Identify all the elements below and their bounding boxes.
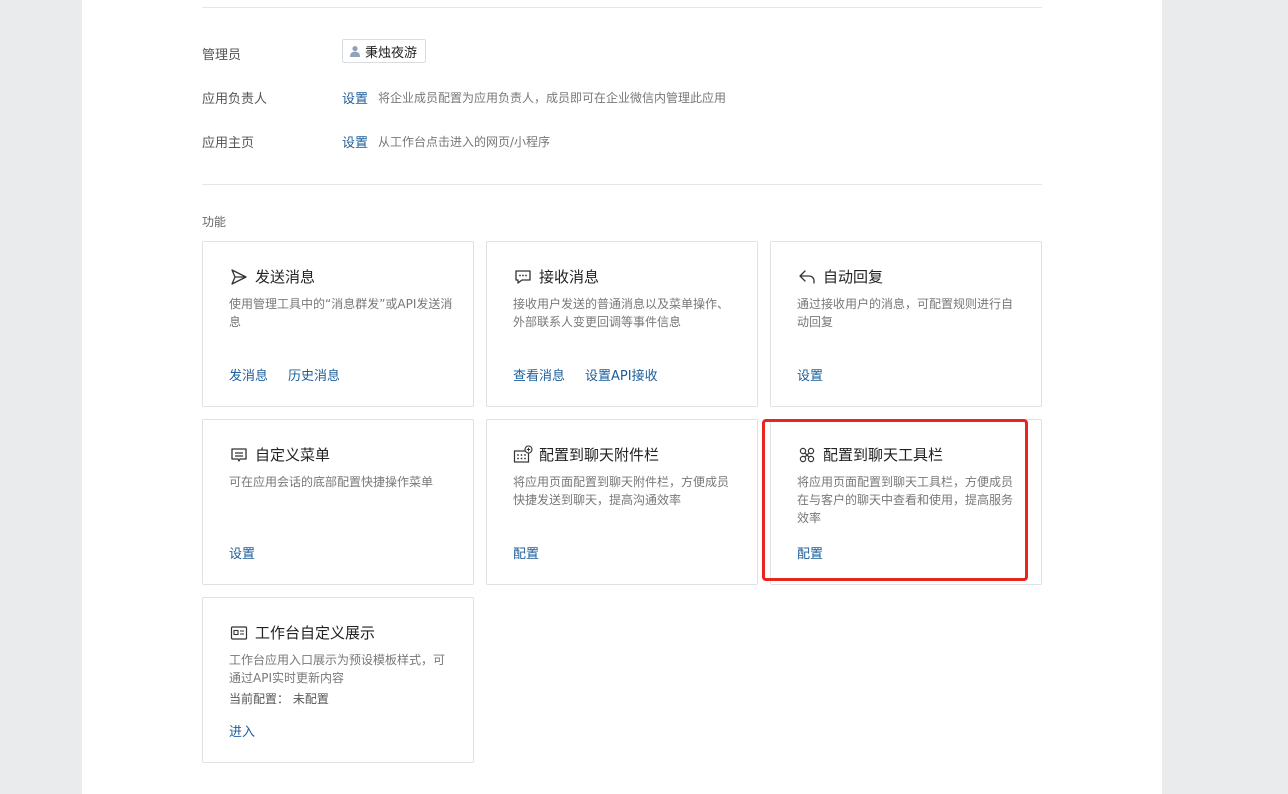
card-auto-reply: 自动回复 通过接收用户的消息，可配置规则进行自动回复 设置 (770, 241, 1042, 407)
card-title: 接收消息 (539, 268, 600, 286)
card-title: 自动回复 (823, 268, 884, 286)
card-desc: 将应用页面配置到聊天附件栏，方便成员快捷发送到聊天，提高沟通效率 (513, 475, 730, 507)
card-custom-menu: 自定义菜单 可在应用会话的底部配置快捷操作菜单 设置 (202, 419, 474, 585)
card-workbench-display: 工作台自定义展示 工作台应用入口展示为预设模板样式，可通过API实时更新内容 当… (202, 597, 474, 763)
top-divider (202, 7, 1042, 8)
send-message-link[interactable]: 发消息 (229, 365, 268, 384)
section-divider (202, 184, 1042, 185)
card-title: 自定义菜单 (255, 446, 331, 464)
card-send-message: 发送消息 使用管理工具中的“消息群发”或API发送消息 发消息 历史消息 (202, 241, 474, 407)
homepage-label: 应用主页 (202, 136, 255, 151)
card-chat-toolbar: 配置到聊天工具栏 将应用页面配置到聊天工具栏，方便成员在与客户的聊天中查看和使用… (770, 419, 1042, 585)
workbench-enter-link[interactable]: 进入 (229, 721, 255, 740)
homepage-set-link[interactable]: 设置 (342, 132, 368, 151)
workbench-icon (229, 623, 249, 643)
card-desc: 工作台应用入口展示为预设模板样式，可通过API实时更新内容 (229, 653, 446, 685)
view-messages-link[interactable]: 查看消息 (513, 365, 565, 384)
homepage-desc: 从工作台点击进入的网页/小程序 (378, 135, 551, 149)
card-receive-message: 接收消息 接收用户发送的普通消息以及菜单操作、外部联系人变更回调等事件信息 查看… (486, 241, 758, 407)
reply-icon (797, 267, 817, 287)
current-config-label: 当前配置： (229, 692, 290, 706)
toolbar-icon (797, 445, 817, 465)
set-api-receive-link[interactable]: 设置API接收 (585, 365, 658, 384)
owner-label: 应用负责人 (202, 92, 268, 107)
features-title: 功能 (202, 215, 227, 229)
admin-name: 秉烛夜游 (365, 45, 418, 61)
attachment-bar-configure-link[interactable]: 配置 (513, 543, 539, 562)
card-desc: 通过接收用户的消息，可配置规则进行自动回复 (797, 297, 1014, 329)
person-icon (350, 46, 360, 57)
card-title: 配置到聊天工具栏 (823, 446, 944, 464)
attachment-bar-icon (513, 444, 533, 465)
card-title: 发送消息 (255, 268, 316, 286)
current-config-value: 未配置 (292, 692, 329, 706)
card-desc: 将应用页面配置到聊天工具栏，方便成员在与客户的聊天中查看和使用，提高服务效率 (797, 475, 1014, 525)
card-desc: 使用管理工具中的“消息群发”或API发送消息 (229, 297, 453, 329)
message-icon (513, 267, 533, 287)
auto-reply-settings-link[interactable]: 设置 (797, 365, 823, 384)
admin-label: 管理员 (202, 48, 242, 63)
card-title: 配置到聊天附件栏 (539, 446, 660, 464)
admin-chip[interactable]: 秉烛夜游 (342, 39, 427, 63)
custom-menu-settings-link[interactable]: 设置 (229, 543, 255, 562)
card-title: 工作台自定义展示 (255, 624, 376, 642)
owner-desc: 将企业成员配置为应用负责人，成员即可在企业微信内管理此应用 (378, 91, 727, 105)
card-desc: 可在应用会话的底部配置快捷操作菜单 (229, 475, 434, 489)
chat-toolbar-configure-link[interactable]: 配置 (797, 543, 823, 562)
current-config: 当前配置： 未配置 (229, 690, 329, 707)
send-icon (229, 267, 249, 287)
menu-icon (229, 445, 249, 465)
owner-set-link[interactable]: 设置 (342, 88, 368, 107)
message-history-link[interactable]: 历史消息 (288, 365, 340, 384)
card-attachment-bar: 配置到聊天附件栏 将应用页面配置到聊天附件栏，方便成员快捷发送到聊天，提高沟通效… (486, 419, 758, 585)
card-desc: 接收用户发送的普通消息以及菜单操作、外部联系人变更回调等事件信息 (513, 297, 730, 329)
